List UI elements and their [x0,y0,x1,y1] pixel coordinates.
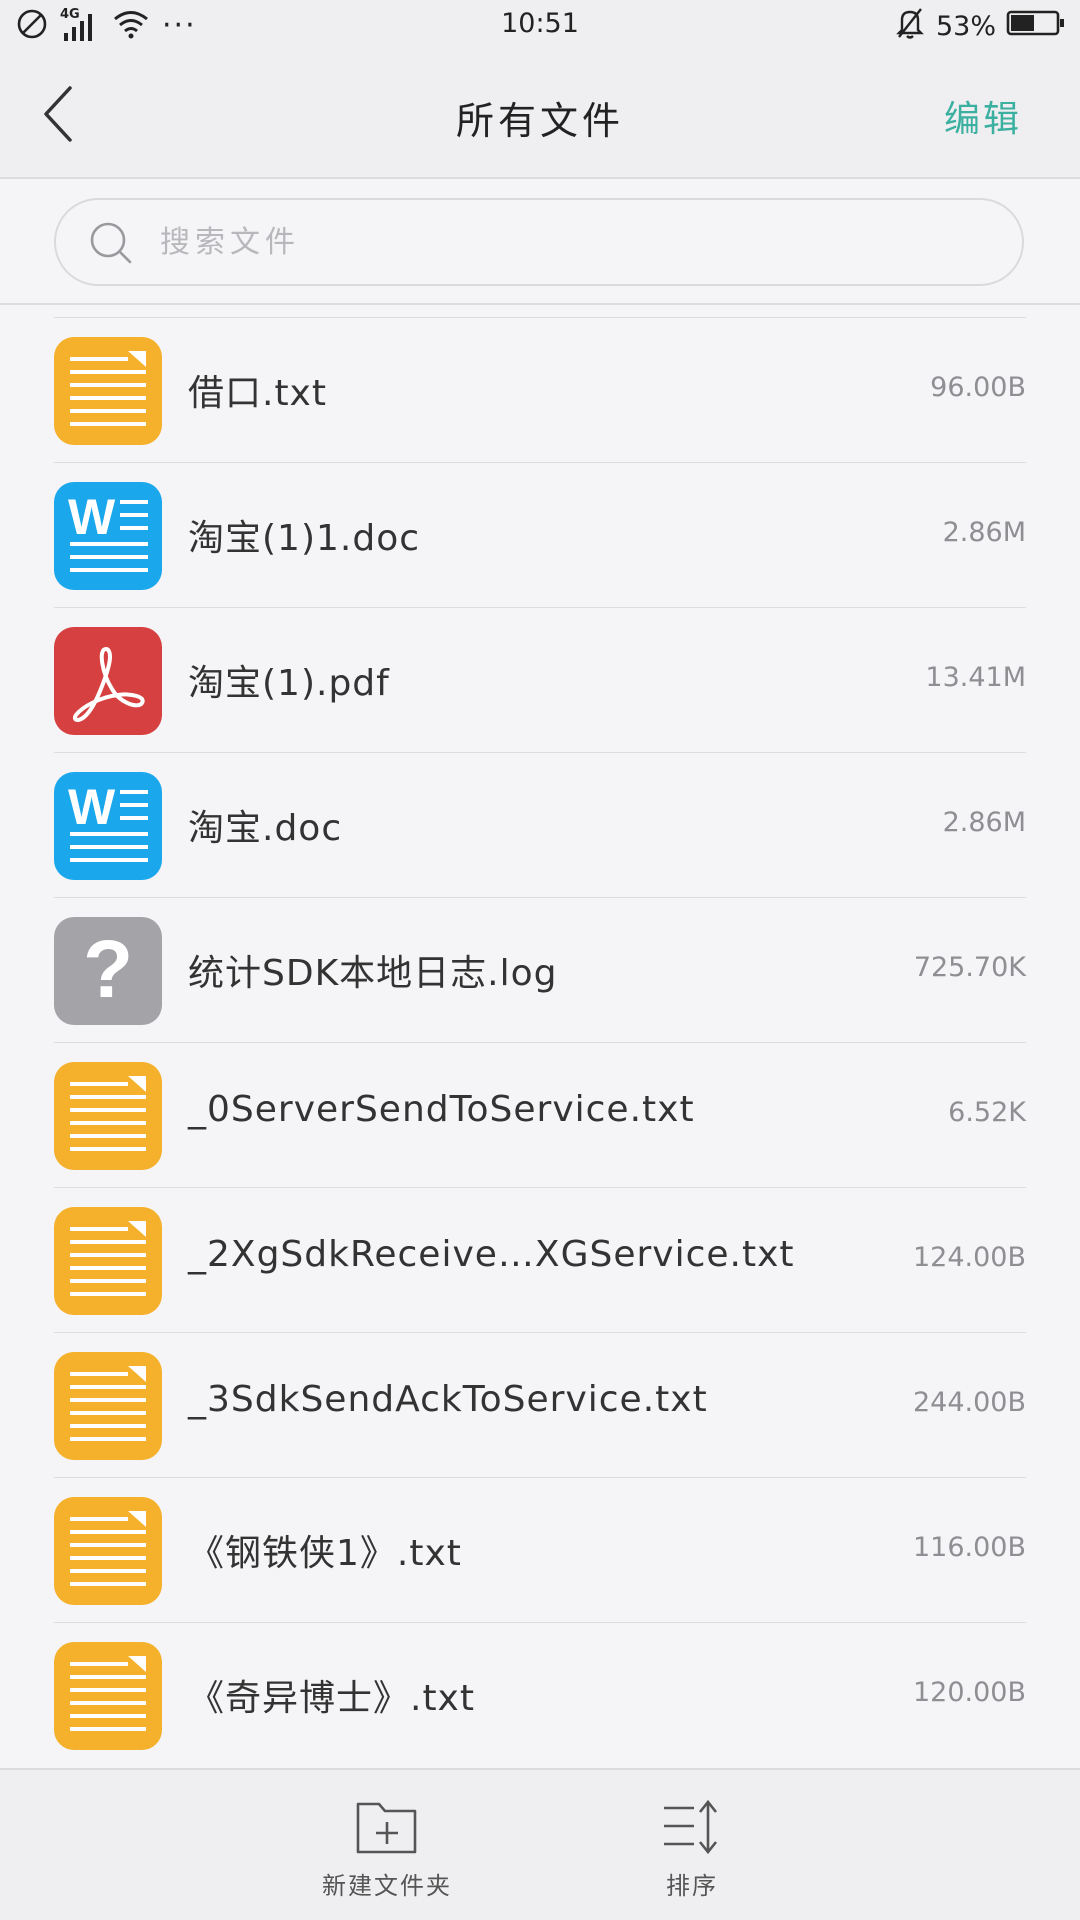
file-size: 116.00B [913,1532,1026,1563]
file-size: 124.00B [913,1242,1026,1273]
file-name: _2XgSdkReceive…XGService.txt [188,1234,795,1275]
new-folder-label: 新建文件夹 [322,1872,452,1900]
new-folder-icon [356,1802,417,1854]
file-row[interactable]: 《奇异博士》.txt 120.00B [54,1622,1026,1767]
file-size: 2.86M [942,517,1026,548]
word-file-icon: W [54,482,162,590]
txt-file-icon [54,1062,162,1170]
search-input[interactable] [160,214,980,270]
file-row[interactable]: 淘宝(1).pdf 13.41M [54,607,1026,752]
status-bar: 4G ··· 10:51 53% [0,0,1080,52]
txt-file-icon [54,1642,162,1750]
file-row[interactable]: _0ServerSendToService.txt 6.52K [54,1042,1026,1187]
file-list: 借口.txt 96.00B W 淘宝(1)1.doc 2.86M 淘宝(1).pdf 13.… [0,317,1080,1767]
new-folder-button[interactable]: 新建文件夹 [287,1798,487,1901]
file-name: 淘宝.doc [188,808,343,849]
word-file-icon: W [54,772,162,880]
sort-button[interactable]: 排序 [592,1798,792,1901]
file-row[interactable]: 《钢铁侠1》.txt 116.00B [54,1477,1026,1622]
file-name: 淘宝(1)1.doc [188,518,421,559]
file-name: _3SdkSendAckToService.txt [188,1379,708,1420]
file-row[interactable]: W 淘宝.doc 2.86M [54,752,1026,897]
svg-text:W: W [68,779,116,835]
file-name: 统计SDK本地日志.log [188,953,558,994]
file-name: 《奇异博士》.txt [188,1678,475,1719]
file-size: 6.52K [948,1097,1026,1128]
pdf-file-icon [54,627,162,735]
mute-bell-icon [894,6,926,47]
file-size: 244.00B [913,1387,1026,1418]
sort-icon [664,1799,718,1855]
file-size: 96.00B [930,372,1026,403]
file-name: 《钢铁侠1》.txt [188,1533,462,1574]
search-icon [90,222,132,264]
battery-icon [1006,9,1066,44]
page-title: 所有文件 [455,99,624,143]
bottom-toolbar: 新建文件夹 排序 [0,1768,1080,1920]
file-size: 725.70K [913,952,1026,983]
file-size: 2.86M [942,807,1026,838]
file-name: 借口.txt [188,373,327,414]
svg-text:W: W [68,489,116,545]
edit-button[interactable]: 编辑 [944,90,1022,142]
file-name: _0ServerSendToService.txt [188,1089,695,1130]
txt-file-icon [54,1207,162,1315]
battery-percent: 53% [935,10,996,42]
file-size: 13.41M [925,662,1026,693]
txt-file-icon [54,337,162,445]
sort-label: 排序 [666,1872,718,1900]
svg-text:?: ? [83,924,133,1015]
nav-header: 所有文件 编辑 [0,52,1080,179]
search-bar [0,181,1080,305]
file-row[interactable]: ? 统计SDK本地日志.log 725.70K [54,897,1026,1042]
file-row[interactable]: _3SdkSendAckToService.txt 244.00B [54,1332,1026,1477]
file-row[interactable]: 借口.txt 96.00B [54,317,1026,462]
unknown-file-icon: ? [54,917,162,1025]
file-row[interactable]: _2XgSdkReceive…XGService.txt 124.00B [54,1187,1026,1332]
search-box[interactable] [54,198,1024,286]
file-size: 120.00B [913,1677,1026,1708]
txt-file-icon [54,1497,162,1605]
txt-file-icon [54,1352,162,1460]
file-name: 淘宝(1).pdf [188,663,390,704]
file-row[interactable]: W 淘宝(1)1.doc 2.86M [54,462,1026,607]
